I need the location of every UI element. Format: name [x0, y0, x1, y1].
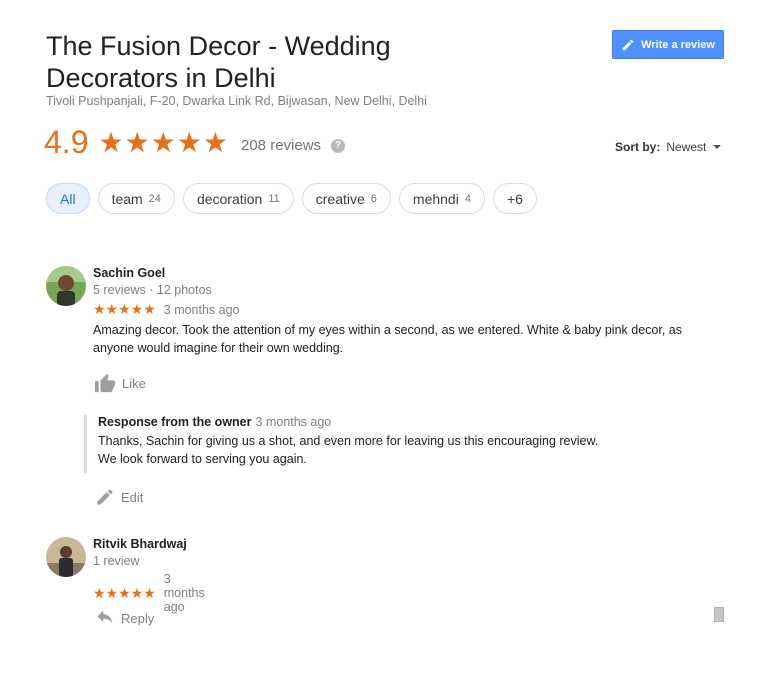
reviewer-meta[interactable]: 5 reviews · 12 photos [93, 283, 703, 297]
owner-response-time: 3 months ago [255, 415, 332, 429]
rating-score: 4.9 [44, 124, 89, 160]
review-time: 3 months ago [163, 302, 240, 317]
review-stars: ★★★★★ [93, 301, 156, 317]
rating-stars: ★★★★★ [98, 126, 229, 158]
business-address: Tivoli Pushpanjali, F-20, Dwarka Link Rd… [46, 94, 427, 108]
filter-chip-team[interactable]: team 24 [97, 183, 175, 214]
chip-count: 6 [370, 192, 377, 205]
owner-response-line: Thanks, Sachin for giving us a shot, and… [98, 434, 599, 448]
question-circle-icon[interactable]: ? [331, 138, 346, 153]
write-review-button[interactable]: Write a review [612, 30, 724, 59]
like-label: Like [122, 375, 146, 391]
filter-chip-more[interactable]: +6 [492, 183, 537, 214]
owner-response: Response from the owner 3 months ago Than… [84, 415, 658, 473]
caret-down-icon [713, 145, 722, 149]
like-button[interactable]: Like [94, 373, 146, 393]
write-review-label: Write a review [641, 38, 715, 51]
review-time: 3 months ago [163, 572, 205, 614]
chip-label: creative [315, 190, 365, 207]
reply-arrow-icon [97, 610, 113, 623]
sort-label: Sort by: [615, 140, 661, 154]
pencil-icon [622, 39, 634, 50]
scrollbar-thumb[interactable] [714, 607, 724, 622]
reviewer-name[interactable]: Ritvik Bhardwaj [93, 537, 205, 551]
edit-label: Edit [121, 489, 144, 505]
reply-label: Reply [121, 610, 155, 626]
pencil-icon [97, 489, 113, 505]
filter-chip-decoration[interactable]: decoration 11 [182, 183, 294, 214]
avatar[interactable] [46, 537, 86, 577]
sort-value: Newest [666, 140, 707, 154]
review-filter-chips: All team 24 decoration 11 creative 6 meh… [46, 183, 537, 214]
reviewer-name[interactable]: Sachin Goel [93, 266, 703, 280]
sort-dropdown[interactable]: Sort by: Newest [615, 140, 722, 154]
reviewer-meta[interactable]: 1 review [93, 554, 205, 568]
reply-button[interactable]: Reply [95, 609, 154, 627]
chip-count: 11 [268, 192, 280, 205]
owner-response-heading: Response from the owner [98, 415, 252, 429]
chip-label: mehndi [412, 190, 459, 207]
filter-chip-all[interactable]: All [46, 183, 90, 214]
business-title: The Fusion Decor - Wedding Decorators in… [46, 31, 391, 93]
thumbs-up-icon [95, 373, 115, 393]
filter-chip-mehndi[interactable]: mehndi 4 [398, 183, 485, 214]
review-text: Amazing decor. Took the attention of my … [93, 323, 682, 355]
review-count[interactable]: 208 reviews [241, 137, 321, 154]
owner-response-line: We look forward to serving you again. [98, 452, 307, 466]
chip-label: All [60, 190, 76, 207]
filter-chip-creative[interactable]: creative 6 [301, 183, 391, 214]
chip-count: 4 [464, 192, 471, 205]
chip-label: decoration [196, 190, 263, 207]
avatar[interactable] [46, 266, 86, 306]
chip-count: 24 [148, 192, 161, 205]
edit-button[interactable]: Edit [95, 487, 143, 507]
chip-label: team [111, 190, 143, 207]
review-stars: ★★★★★ [93, 584, 156, 601]
chip-label: +6 [506, 190, 523, 207]
rating-summary: 4.9 ★★★★★ 208 reviews ? [44, 124, 346, 161]
